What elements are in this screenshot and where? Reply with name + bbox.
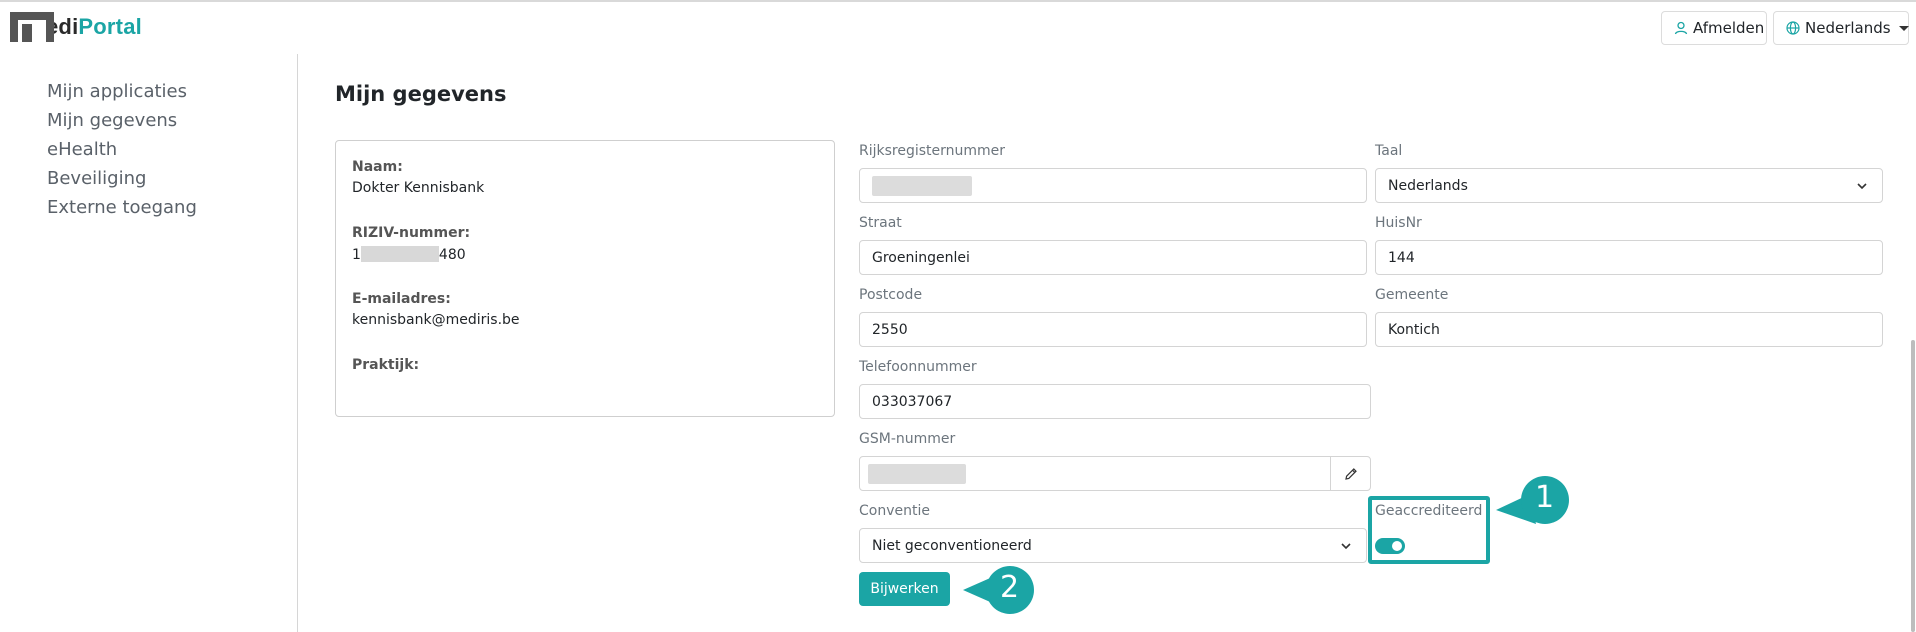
straat-input[interactable]: Groeningenlei [859,240,1367,275]
update-button[interactable]: Bijwerken [859,572,950,606]
logo-mark-icon [10,12,54,42]
logo-text-accent: Portal [78,14,142,39]
profile-info-card: Naam: Dokter Kennisbank RIZIV-nummer: 1 4… [335,140,835,417]
email-label: E-mailadres: [352,291,451,307]
page-title: Mijn gegevens [335,82,507,106]
postcode-input[interactable]: 2550 [859,312,1367,347]
taal-label: Taal [1375,143,1403,159]
conventie-label: Conventie [859,503,930,519]
taal-value: Nederlands [1388,177,1468,194]
callout-1-marker: 1 [1494,474,1570,530]
telefoon-label: Telefoonnummer [859,359,977,375]
riziv-value: 1 480 [352,246,466,263]
gsm-input[interactable] [859,456,1371,491]
scrollbar[interactable] [1911,340,1915,632]
sidebar-item-beveiliging[interactable]: Beveiliging [47,168,146,189]
sidebar-item-ehealth[interactable]: eHealth [47,139,117,160]
pencil-icon [1344,467,1357,480]
chevron-down-icon [1340,540,1352,556]
sidebar [0,54,298,632]
huisnr-value: 144 [1388,249,1415,266]
rijksregister-label: Rijksregisternummer [859,143,1006,159]
postcode-value: 2550 [872,321,908,338]
taal-select[interactable]: Nederlands [1375,168,1883,203]
gemeente-label: Gemeente [1375,287,1449,303]
straat-value: Groeningenlei [872,249,970,266]
gsm-edit-button[interactable] [1330,457,1370,490]
globe-icon [1786,21,1800,35]
riziv-suffix: 480 [438,247,466,263]
callout-1-number: 1 [1535,480,1555,515]
conventie-value: Niet geconventioneerd [872,537,1032,554]
conventie-select[interactable]: Niet geconventioneerd [859,528,1367,563]
geaccrediteerd-toggle[interactable] [1375,538,1405,554]
sidebar-item-externe-toegang[interactable]: Externe toegang [47,197,197,218]
telefoon-input[interactable]: 033037067 [859,384,1371,419]
email-value: kennisbank@mediris.be [352,312,520,328]
practice-label: Praktijk: [352,357,420,373]
redacted-block [360,246,439,262]
name-label: Naam: [352,159,403,175]
geaccrediteerd-label: Geaccrediteerd [1375,503,1483,519]
top-border [0,0,1916,2]
chevron-down-icon [1856,180,1868,196]
gemeente-value: Kontich [1388,321,1440,338]
sidebar-item-mijn-gegevens[interactable]: Mijn gegevens [47,110,177,131]
postcode-label: Postcode [859,287,923,303]
logout-label: Afmelden [1693,19,1765,37]
huisnr-input[interactable]: 144 [1375,240,1883,275]
gsm-label: GSM-nummer [859,431,956,447]
huisnr-label: HuisNr [1375,215,1422,231]
app-logo[interactable]: ediPortal [10,12,142,42]
redacted-block [872,175,972,196]
sidebar-item-mijn-applicaties[interactable]: Mijn applicaties [47,81,187,102]
gemeente-input[interactable]: Kontich [1375,312,1883,347]
language-dropdown[interactable]: Nederlands [1773,11,1909,45]
callout-2-marker: 2 [961,565,1037,615]
logo-text: ediPortal [46,12,142,42]
redacted-block [868,463,966,484]
user-icon [1674,21,1688,35]
toggle-knob [1392,541,1402,551]
language-label: Nederlands [1805,19,1891,37]
riziv-label: RIZIV-nummer: [352,225,471,241]
riziv-prefix: 1 [352,247,361,263]
straat-label: Straat [859,215,902,231]
telefoon-value: 033037067 [872,393,953,410]
rijksregister-input[interactable] [859,168,1367,203]
logout-button[interactable]: Afmelden [1661,11,1767,45]
caret-down-icon [1898,25,1909,31]
name-value: Dokter Kennisbank [352,180,485,196]
callout-2-number: 2 [1000,570,1020,605]
